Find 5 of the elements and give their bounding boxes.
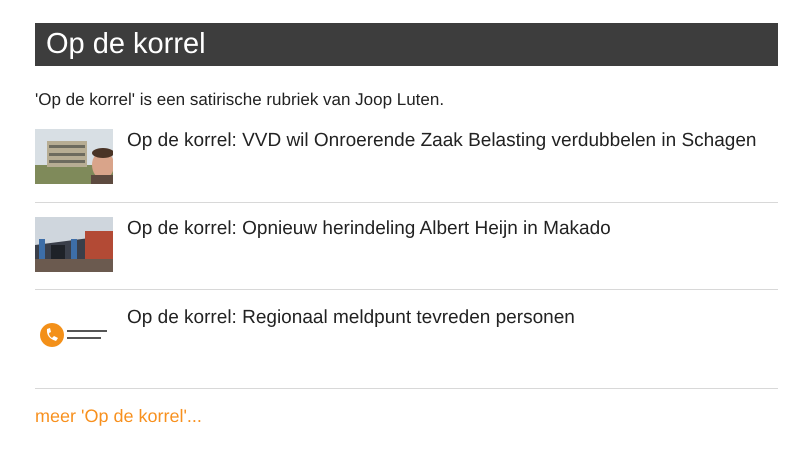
section-heading: Op de korrel <box>35 23 778 66</box>
article-link[interactable]: Op de korrel: VVD wil Onroerende Zaak Belasting verdubbelen in Schagen <box>127 128 766 152</box>
article-link[interactable]: Op de korrel: Regionaal meldpunt tevreden personen <box>127 306 585 330</box>
intro-text: 'Op de korrel' is een satirische rubriek van Joop Luten. <box>35 89 446 111</box>
article-link[interactable]: Op de korrel: Opnieuw herindeling Albert Heijn in Makado <box>127 216 621 240</box>
